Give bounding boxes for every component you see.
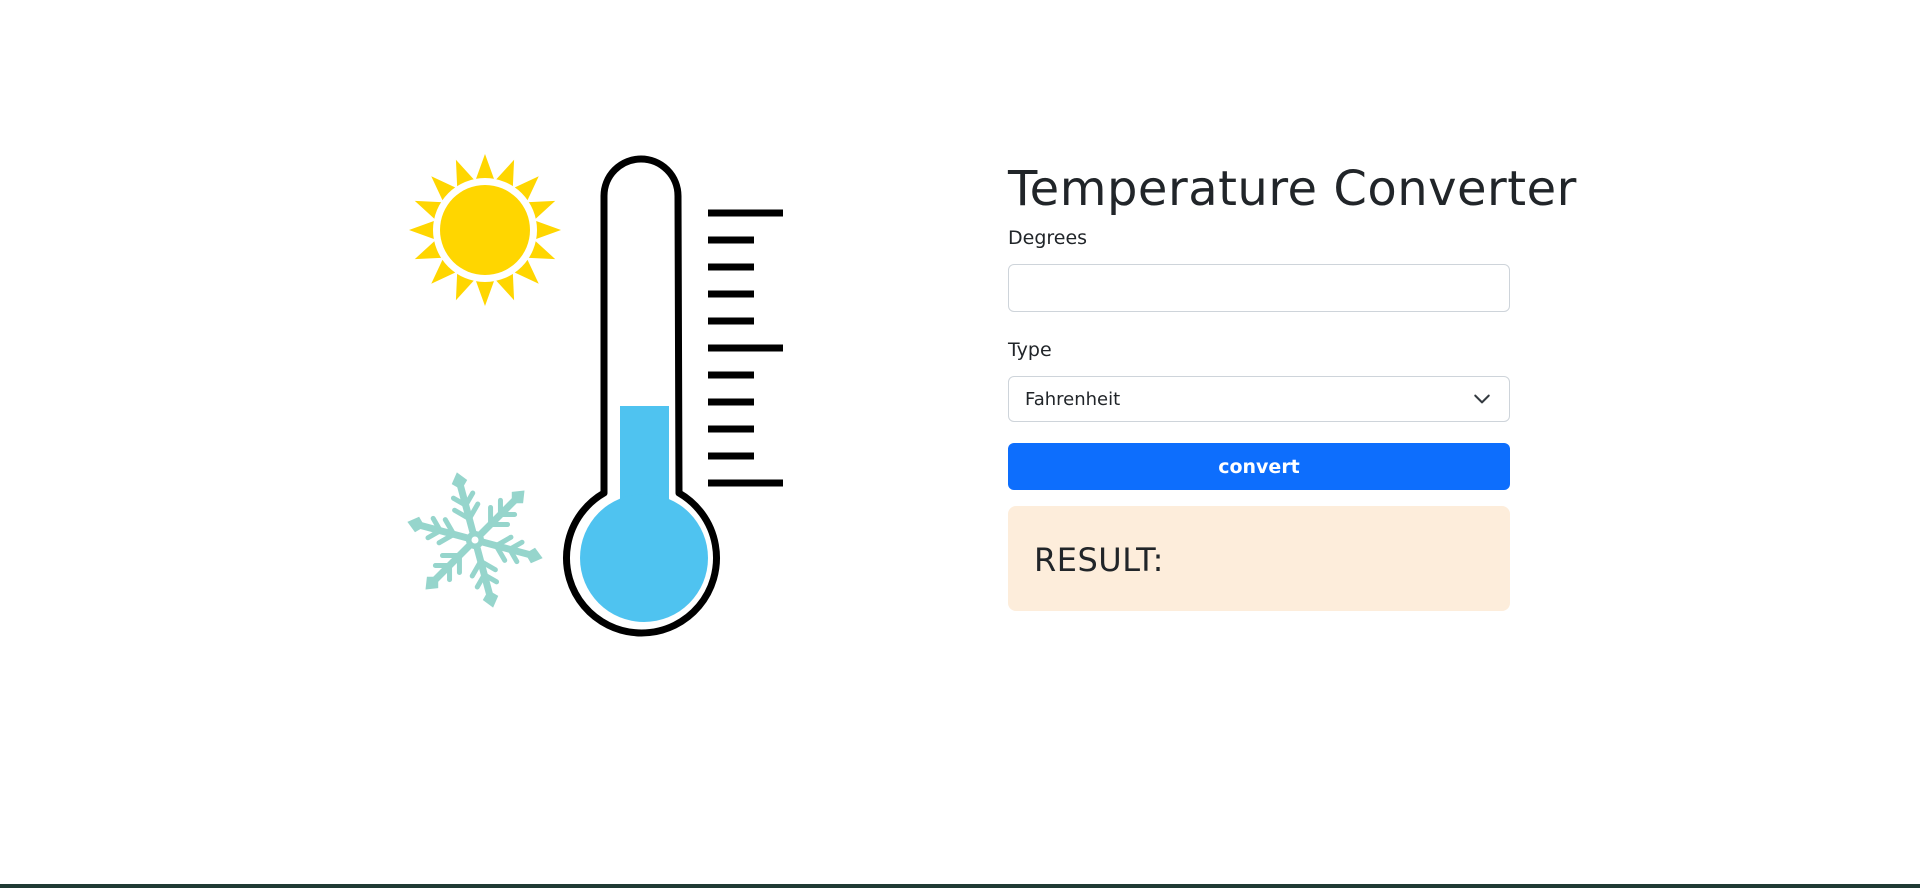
converter-form: Temperature Converter Degrees Type Fahre…: [1008, 160, 1577, 611]
type-select[interactable]: Fahrenheit: [1008, 376, 1510, 422]
chevron-down-icon: [1474, 394, 1490, 404]
bottom-bar: [0, 884, 1920, 888]
illustration-svg: [407, 154, 783, 637]
degrees-input[interactable]: [1008, 264, 1510, 312]
thermometer-icon: [563, 155, 783, 637]
page-title: Temperature Converter: [1008, 161, 1577, 217]
sun-icon: [409, 154, 561, 306]
sun-ray: [475, 279, 495, 306]
thermometer-illustration: [395, 150, 795, 650]
page: Temperature Converter Degrees Type Fahre…: [0, 0, 1920, 888]
sun-ray: [409, 220, 436, 240]
result-label: RESULT:: [1034, 541, 1164, 579]
result-panel: RESULT:: [1008, 506, 1510, 611]
snowflake-icon: [407, 472, 543, 608]
degrees-label: Degrees: [1008, 227, 1088, 249]
convert-button[interactable]: convert: [1008, 443, 1510, 490]
type-label: Type: [1008, 339, 1052, 361]
sun-ray: [475, 154, 495, 181]
sun-ray: [534, 220, 561, 240]
type-select-value: Fahrenheit: [1025, 388, 1121, 410]
